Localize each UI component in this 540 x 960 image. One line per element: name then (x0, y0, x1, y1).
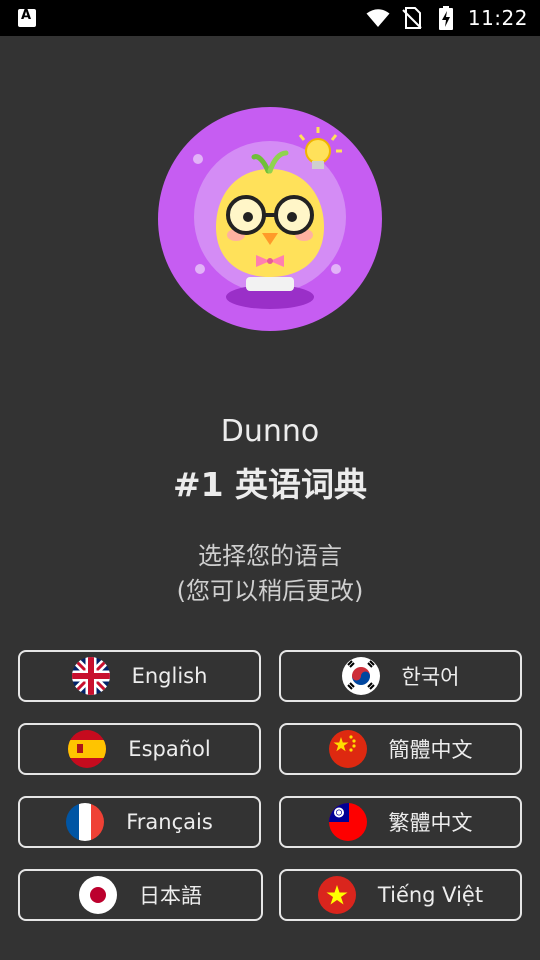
language-label: Tiếng Việt (377, 883, 484, 907)
chick-with-glasses-mascot (158, 107, 382, 331)
china-flag-icon (328, 730, 367, 768)
status-time: 11:22 (467, 6, 528, 30)
vietnam-flag-icon (317, 876, 356, 914)
language-button-traditional-chinese[interactable]: 繁體中文 (279, 796, 522, 848)
wifi-icon (366, 6, 390, 30)
language-button-english[interactable]: English (18, 650, 261, 702)
language-button-japanese[interactable]: 日本語 (18, 869, 263, 921)
status-icons: 11:22 (366, 6, 528, 30)
choose-language-prompt: 选择您的语言 (198, 542, 342, 570)
app-name: Dunno (220, 414, 320, 449)
language-label: 日本語 (139, 884, 202, 908)
app-tagline: #1 英语词典 (172, 465, 368, 504)
battery-charging-icon (434, 6, 458, 30)
language-label: Español (128, 737, 211, 761)
spain-flag-icon (68, 730, 107, 768)
mascot-logo (158, 107, 382, 331)
language-label: English (131, 664, 208, 688)
france-flag-icon (66, 803, 105, 841)
language-button-french[interactable]: Français (18, 796, 261, 848)
japan-flag-icon (79, 876, 117, 914)
no-sim-icon (400, 6, 424, 30)
language-button-simplified-chinese[interactable]: 簡體中文 (279, 723, 522, 775)
language-label: 簡體中文 (388, 738, 473, 762)
language-label: 한국어 (401, 665, 460, 689)
a-notification-icon: A (18, 8, 36, 27)
language-button-spanish[interactable]: Español (18, 723, 261, 775)
status-bar: A 11:22 (0, 0, 540, 36)
uk-flag-icon (71, 657, 110, 695)
change-later-hint: (您可以稍后更改) (176, 577, 364, 605)
taiwan-flag-icon (328, 803, 367, 841)
korea-flag-icon (341, 657, 380, 695)
language-button-vietnamese[interactable]: Tiếng Việt (279, 869, 522, 921)
language-button-korean[interactable]: 한국어 (279, 650, 522, 702)
language-label: 繁體中文 (388, 811, 473, 835)
language-label: Français (126, 810, 213, 834)
